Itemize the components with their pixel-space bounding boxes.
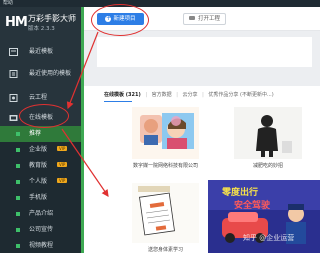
bullet-icon xyxy=(16,148,20,152)
tab-online-templates[interactable]: 在线模板 (321) xyxy=(104,92,141,98)
template-thumbnail xyxy=(132,183,199,243)
template-caption: 数字媒一院网络科技有限公司 xyxy=(132,163,198,169)
vip-badge: VIP xyxy=(56,162,68,167)
online-template-submenu: 推荐 企业版 VIP 教育版 VIP 个人版 VIP 手机版 产品介绍 公司宣传 xyxy=(0,126,81,253)
project-toolbar: + 新建项目 打开工程 xyxy=(84,7,320,31)
new-project-label: 新建项目 xyxy=(113,16,136,22)
template-tabs: 在线模板 (321) | 官方数据 | 云分享 | 优秀作品分享 (不断更新中.… xyxy=(104,90,320,100)
svg-text:零度出行: 零度出行 xyxy=(221,186,258,198)
active-tab-indicator xyxy=(104,101,132,102)
submenu-item-label: 视频教程 xyxy=(29,242,54,249)
nav-item-recent-templates[interactable]: 最近模板 xyxy=(0,44,81,60)
banner-placeholder xyxy=(97,37,312,67)
tab-separator: | xyxy=(145,92,148,98)
submenu-item-label: 手机版 xyxy=(29,194,48,201)
template-caption: 送您身体素学习 xyxy=(147,247,183,253)
clock-icon xyxy=(9,48,18,56)
vip-badge: VIP xyxy=(56,178,68,183)
submenu-item-education[interactable]: 教育版 VIP xyxy=(0,158,81,174)
sidebar: HM 万彩手影大师 版本 2.3.3 最近模板 最近使用的模板 云工程 在线模板… xyxy=(0,7,81,253)
folder-icon xyxy=(188,16,195,20)
bullet-icon xyxy=(16,244,20,248)
submenu-item-label: 企业版 xyxy=(29,146,48,153)
template-thumbnail xyxy=(132,107,199,159)
new-project-button[interactable]: + 新建项目 xyxy=(97,13,144,25)
nav-item-label: 云工程 xyxy=(29,94,48,101)
cloud-icon xyxy=(9,94,18,102)
submenu-item-personal[interactable]: 个人版 VIP xyxy=(0,174,81,190)
app-name: 万彩手影大师 xyxy=(28,14,76,23)
nav-item-label: 最近模板 xyxy=(29,48,54,55)
nav-item-recent-used[interactable]: 最近使用的模板 xyxy=(0,66,81,82)
plus-icon: + xyxy=(105,15,112,22)
template-caption: 减肥吃的妙招 xyxy=(252,163,283,169)
menu-item-help[interactable]: 帮助 xyxy=(3,0,13,6)
template-thumbnail xyxy=(234,107,302,159)
submenu-item-label: 个人版 xyxy=(29,178,48,185)
app-logo: HM xyxy=(5,15,28,30)
submenu-item-company-promo[interactable]: 公司宣传 xyxy=(0,222,81,238)
bullet-icon xyxy=(16,212,20,216)
submenu-item-label: 产品介绍 xyxy=(29,210,54,217)
vip-badge: VIP xyxy=(56,146,68,151)
bullet-icon xyxy=(16,228,20,232)
submenu-item-video-tutorials[interactable]: 视频教程 xyxy=(0,238,81,253)
main-content: + 新建项目 打开工程 在线模板 (321) | 官方数据 | 云分享 | 优秀作… xyxy=(84,7,320,253)
submenu-item-label: 公司宣传 xyxy=(29,226,54,233)
template-card[interactable]: 送您身体素学习 xyxy=(132,183,199,253)
template-card[interactable]: 数字媒一院网络科技有限公司 xyxy=(132,107,199,169)
tab-works-share[interactable]: 优秀作品分享 (不断更新中...) xyxy=(208,92,273,98)
template-icon xyxy=(9,114,18,122)
submenu-item-recommended[interactable]: 推荐 xyxy=(0,126,81,142)
app-version: 版本 2.3.3 xyxy=(28,26,55,32)
svg-text:安全驾驶: 安全驾驶 xyxy=(234,199,271,211)
bullet-icon xyxy=(16,132,20,136)
banner-area xyxy=(84,31,320,86)
top-menubar: 帮助 xyxy=(0,0,320,7)
template-card[interactable]: 减肥吃的妙招 xyxy=(234,107,302,169)
tab-separator: | xyxy=(176,92,178,98)
submenu-item-label: 教育版 xyxy=(29,162,48,169)
open-project-label: 打开工程 xyxy=(197,16,220,22)
submenu-item-product-intro[interactable]: 产品介绍 xyxy=(0,206,81,222)
nav-item-cloud-project[interactable]: 云工程 xyxy=(0,90,81,106)
bullet-icon xyxy=(16,196,20,200)
bullet-icon xyxy=(16,164,20,168)
submenu-item-enterprise[interactable]: 企业版 VIP xyxy=(0,142,81,158)
open-project-button[interactable]: 打开工程 xyxy=(183,13,226,25)
bullet-icon xyxy=(16,180,20,184)
nav-item-label: 最近使用的模板 xyxy=(29,70,72,77)
submenu-item-label: 推荐 xyxy=(29,130,42,137)
tab-official[interactable]: 官方数据 xyxy=(152,92,172,98)
watermark-text: 知乎 @企业运营 xyxy=(243,234,295,242)
history-icon xyxy=(9,70,18,78)
tab-cloud-share[interactable]: 云分享 xyxy=(183,92,198,98)
nav-item-online-templates[interactable]: 在线模板 xyxy=(0,110,81,126)
tab-separator: | xyxy=(202,92,204,98)
submenu-item-mobile[interactable]: 手机版 xyxy=(0,190,81,206)
nav-item-label: 在线模板 xyxy=(29,114,54,121)
brand-header: HM 万彩手影大师 版本 2.3.3 xyxy=(0,7,81,35)
